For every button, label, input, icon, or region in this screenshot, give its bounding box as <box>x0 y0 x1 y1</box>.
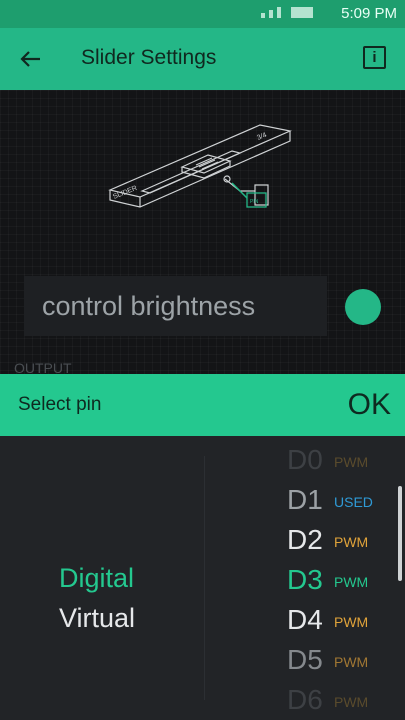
pin-name: D2 <box>287 524 323 555</box>
pin-tag: PWM <box>334 454 369 470</box>
color-picker-button[interactable] <box>345 289 381 325</box>
pin-name: D1 <box>287 484 323 515</box>
pin-tag: PWM <box>334 574 369 590</box>
slider-illustration-pin: PIN <box>250 199 259 205</box>
pin-tag: USED <box>334 494 373 510</box>
status-time: 5:09 PM <box>341 5 397 22</box>
back-arrow-icon <box>20 51 40 67</box>
picker-divider <box>204 456 205 700</box>
pin-name: D5 <box>287 644 323 675</box>
info-button[interactable]: i <box>363 46 386 69</box>
picker-scrollbar[interactable] <box>398 486 402 581</box>
back-button[interactable] <box>14 44 46 74</box>
pin-name: D6 <box>287 684 323 715</box>
signal-icon <box>277 7 281 18</box>
pin-tag: PWM <box>334 614 369 630</box>
signal-icon <box>261 13 265 18</box>
pin-picker: Digital Virtual D0 PWM D1 USED D2 PWM D3… <box>0 436 405 720</box>
signal-icon <box>269 10 273 18</box>
select-pin-title: Select pin <box>18 394 102 415</box>
ok-button[interactable]: OK <box>348 388 391 422</box>
battery-icon <box>291 7 313 18</box>
pin-type-virtual[interactable]: Virtual <box>59 603 135 634</box>
status-icons <box>261 7 313 18</box>
page-title: Slider Settings <box>81 46 217 69</box>
pin-name: D4 <box>287 604 323 635</box>
settings-content: SLIDER 3/4 PIN control brightness OUTPUT <box>0 90 405 376</box>
pin-tag: PWM <box>334 654 369 670</box>
pin-type-digital[interactable]: Digital <box>59 563 134 594</box>
pin-tag: PWM <box>334 694 369 710</box>
pin-name: D0 <box>287 444 323 475</box>
select-pin-bar: Select pin OK <box>0 374 405 436</box>
app-bar: Slider Settings i <box>0 28 405 90</box>
pin-name: D3 <box>287 564 323 595</box>
widget-name-input[interactable]: control brightness <box>24 276 327 336</box>
slider-illustration-fraction: 3/4 <box>256 132 268 142</box>
slider-illustration: SLIDER 3/4 PIN <box>108 124 292 208</box>
pin-tag: PWM <box>334 534 369 550</box>
status-bar: 5:09 PM <box>0 0 405 28</box>
